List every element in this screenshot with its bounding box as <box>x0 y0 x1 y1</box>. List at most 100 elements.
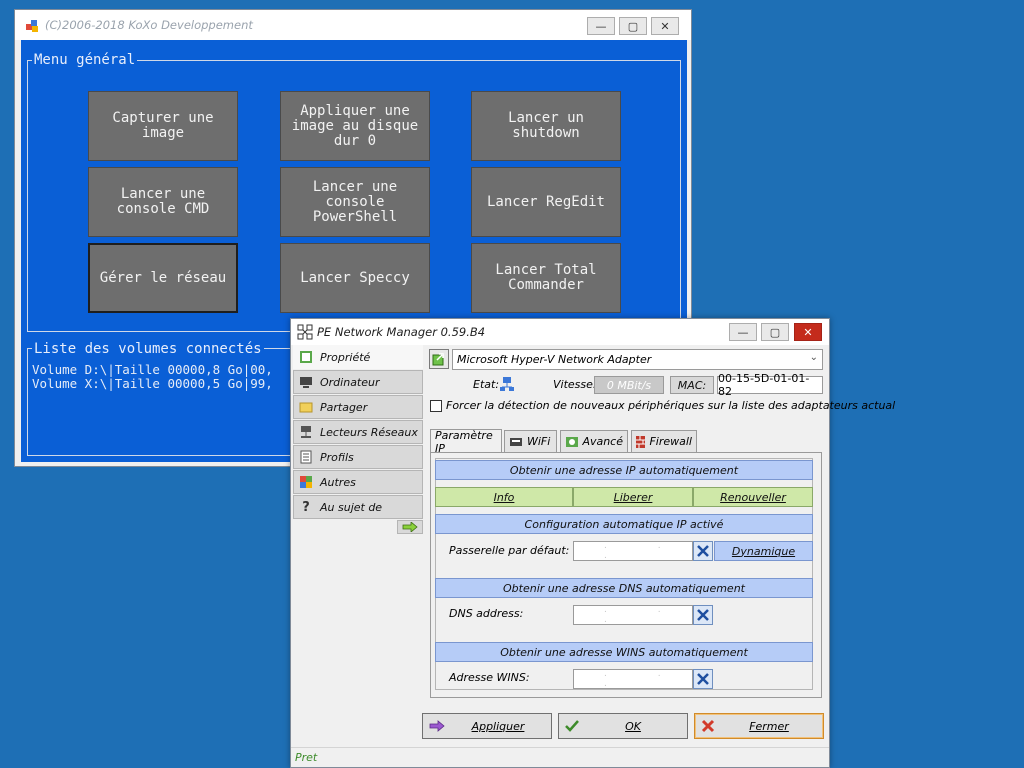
close-button[interactable]: ✕ <box>794 323 822 341</box>
regedit-button[interactable]: Lancer RegEdit <box>471 167 621 237</box>
mac-value: 00-15-5D-01-01-82 <box>717 372 823 398</box>
maximize-button[interactable]: ▢ <box>761 323 789 341</box>
app-icon <box>25 19 39 33</box>
tab-parametre-ip[interactable]: Paramètre IP <box>430 428 502 455</box>
profile-list-icon <box>299 450 313 464</box>
cmd-button[interactable]: Lancer une console CMD <box>88 167 238 237</box>
sidebar-item-lecteurs-reseaux[interactable]: Lecteurs Réseaux <box>293 420 423 444</box>
clear-dns-button[interactable] <box>693 605 713 625</box>
arrow-right-icon <box>402 522 418 532</box>
force-detection-checkbox[interactable] <box>430 400 442 412</box>
gateway-label: Passerelle par défaut: <box>449 544 570 557</box>
tab-wifi[interactable]: WiFi <box>504 430 557 452</box>
speed-value: 0 MBit/s <box>594 376 664 394</box>
apply-button[interactable]: Appliquer <box>422 713 552 739</box>
sidebar-item-ordinateur[interactable]: Ordinateur <box>293 370 423 394</box>
network-status-icon <box>499 376 515 395</box>
volumes-group-label: Liste des volumes connectés <box>32 341 264 357</box>
color-blocks-icon <box>299 475 313 489</box>
sidebar-item-au-sujet-de[interactable]: ? Au sujet de <box>293 495 423 519</box>
close-label: Fermer <box>749 719 789 733</box>
obtain-dns-auto-toggle[interactable]: Obtenir une adresse DNS automatiquement <box>435 578 813 598</box>
force-detection-label: Forcer la détection de nouveaux périphér… <box>446 399 896 412</box>
close-icon: ✕ <box>803 325 813 339</box>
dynamique-button[interactable]: Dynamique <box>714 541 813 561</box>
volume-line[interactable]: Volume X:\|Taille 00000,5 Go|99, <box>32 377 273 391</box>
sidebar-item-label: Propriété <box>320 350 371 364</box>
apply-image-button[interactable]: Appliquer une image au disque dur 0 <box>280 91 430 161</box>
tab-label: WiFi <box>527 435 551 448</box>
ip-settings-panel: Obtenir une adresse IP automatiquement I… <box>430 452 822 698</box>
tab-avance[interactable]: Avancé <box>560 430 628 452</box>
network-app-icon <box>297 324 313 340</box>
wifi-icon <box>510 437 522 446</box>
maximize-icon: ▢ <box>627 19 639 33</box>
maximize-button[interactable]: ▢ <box>619 17 647 35</box>
clear-wins-button[interactable] <box>693 669 713 689</box>
help-icon: ? <box>302 499 310 515</box>
gateway-input[interactable]: . . . <box>573 541 693 561</box>
title-bar[interactable]: PE Network Manager 0.59.B4 — ▢ ✕ <box>291 319 829 345</box>
apply-label: Appliquer <box>471 719 525 733</box>
powershell-button[interactable]: Lancer une console PowerShell <box>280 167 430 237</box>
manage-network-button[interactable]: Gérer le réseau <box>88 243 238 313</box>
tab-firewall[interactable]: Firewall <box>631 430 697 452</box>
close-icon: ✕ <box>660 19 670 33</box>
computer-icon <box>299 375 313 389</box>
dns-input[interactable]: . . . <box>573 605 693 625</box>
obtain-ip-auto-toggle[interactable]: Obtenir une adresse IP automatiquement <box>435 460 813 480</box>
ok-button[interactable]: OK <box>558 713 688 739</box>
sidebar-item-label: Au sujet de <box>320 500 383 514</box>
obtain-wins-auto-toggle[interactable]: Obtenir une adresse WINS automatiquement <box>435 642 813 662</box>
wins-input[interactable]: . . . <box>573 669 693 689</box>
sidebar-item-label: Lecteurs Réseaux <box>320 425 418 439</box>
clear-icon <box>697 609 709 621</box>
autoconfig-status: Configuration automatique IP activé <box>435 514 813 534</box>
sidebar-item-label: Partager <box>320 400 368 414</box>
firewall-icon <box>636 435 646 448</box>
total-commander-button[interactable]: Lancer Total Commander <box>471 243 621 313</box>
liberer-button[interactable]: Liberer <box>573 487 693 507</box>
checkmark-icon <box>565 720 579 732</box>
clear-gateway-button[interactable] <box>693 541 713 561</box>
sidebar-item-profils[interactable]: Profils <box>293 445 423 469</box>
refresh-adapter-button[interactable] <box>429 349 449 369</box>
close-button[interactable]: ✕ <box>651 17 679 35</box>
folder-share-icon <box>299 400 313 414</box>
adapter-select[interactable]: Microsoft Hyper-V Network Adapter ⌄ <box>452 349 823 370</box>
tab-label: Firewall <box>649 435 692 448</box>
window-title: (C)2006-2018 KoXo Developpement <box>45 18 253 32</box>
capture-image-button[interactable]: Capturer une image <box>88 91 238 161</box>
ok-label: OK <box>625 719 641 733</box>
dns-label: DNS address: <box>449 607 524 620</box>
sidebar-item-partager[interactable]: Partager <box>293 395 423 419</box>
sidebar-item-label: Profils <box>320 450 354 464</box>
tab-label: Paramètre IP <box>435 428 493 455</box>
shutdown-button[interactable]: Lancer un shutdown <box>471 91 621 161</box>
sidebar-item-label: Ordinateur <box>320 375 380 389</box>
volume-line[interactable]: Volume D:\|Taille 00000,8 Go|00, <box>32 363 273 377</box>
sidebar-item-autres[interactable]: Autres <box>293 470 423 494</box>
collapse-sidebar-button[interactable] <box>397 520 423 534</box>
minimize-button[interactable]: — <box>587 17 615 35</box>
title-bar[interactable]: (C)2006-2018 KoXo Developpement — ▢ ✕ <box>15 10 691 40</box>
sidebar-item-propriete[interactable]: Propriété <box>293 345 423 369</box>
cancel-x-icon <box>701 719 715 733</box>
minimize-icon: — <box>737 325 749 339</box>
minimize-button[interactable]: — <box>729 323 757 341</box>
sidebar-item-label: Autres <box>320 475 356 489</box>
info-button[interactable]: Info <box>435 487 573 507</box>
minimize-icon: — <box>595 19 607 33</box>
adapter-select-value: Microsoft Hyper-V Network Adapter <box>457 353 652 366</box>
menu-group-label: Menu général <box>32 52 138 68</box>
close-dialog-button[interactable]: Fermer <box>694 713 824 739</box>
renouveller-button[interactable]: Renouveller <box>693 487 813 507</box>
network-properties-icon <box>299 350 313 364</box>
window-title: PE Network Manager 0.59.B4 <box>317 325 486 339</box>
clear-icon <box>697 673 709 685</box>
advanced-icon <box>566 436 578 447</box>
speccy-button[interactable]: Lancer Speccy <box>280 243 430 313</box>
chevron-down-icon: ⌄ <box>809 352 818 363</box>
etat-label: Etat: <box>473 378 500 391</box>
clear-icon <box>697 545 709 557</box>
